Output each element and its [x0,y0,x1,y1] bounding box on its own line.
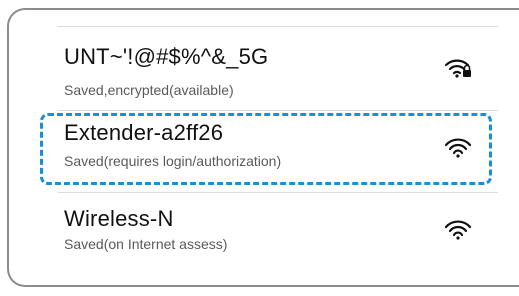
network-status: Saved(on Internet assess) [64,236,228,252]
wifi-lock-icon [444,59,471,78]
list-top-divider [58,26,498,27]
network-name: UNT~'!@#$%^&_5G [64,44,269,69]
selected-network-highlight [40,113,492,185]
network-name: Wireless-N [64,206,174,231]
network-item-wireless-n[interactable]: Wireless-N Saved(on Internet assess) [0,198,519,264]
network-item-unt-5g[interactable]: UNT~'!@#$%^&_5G Saved,encrypted(availabl… [0,40,519,106]
list-divider [58,192,498,193]
wifi-icon [444,220,472,240]
network-status: Saved,encrypted(available) [64,82,234,98]
list-divider [58,110,498,111]
